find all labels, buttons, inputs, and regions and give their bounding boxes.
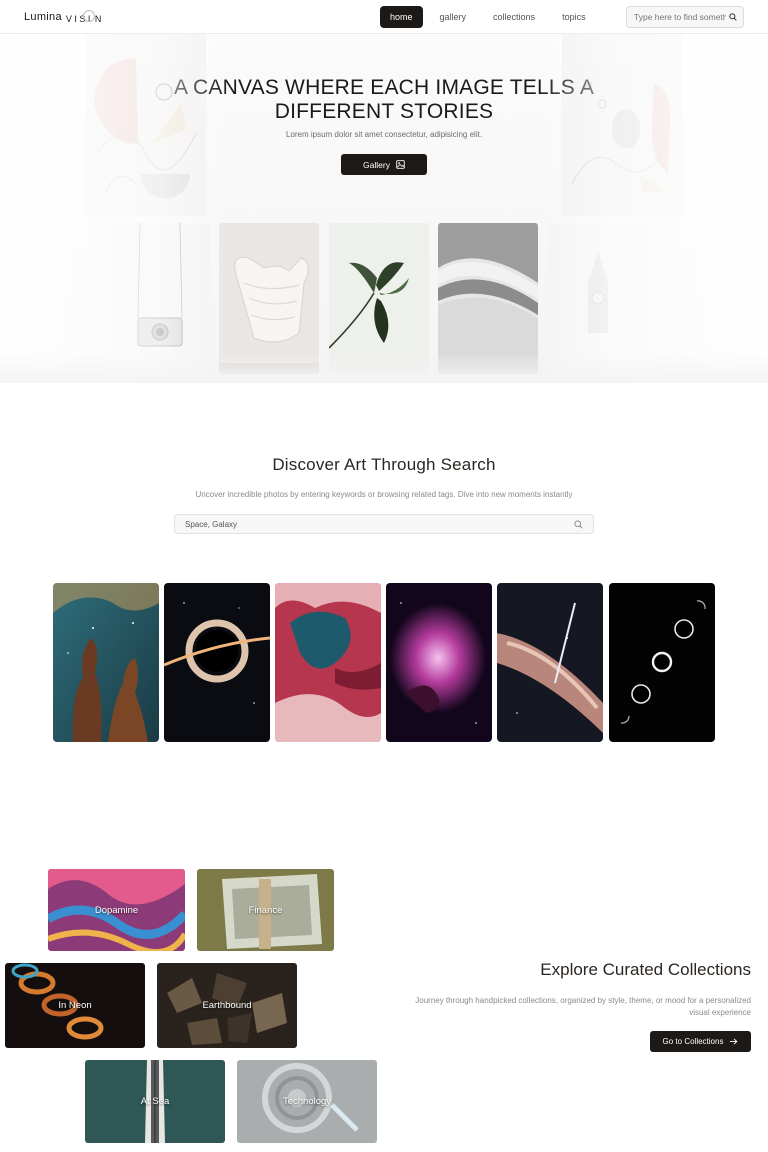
collections-title: Explore Curated Collections <box>540 960 751 979</box>
art-search-box <box>174 514 594 534</box>
collection-label-earthbound: Earthbound <box>202 1000 252 1011</box>
space-image-black-hole[interactable] <box>164 583 270 742</box>
nav-search-input[interactable] <box>634 12 726 22</box>
hero-image-architecture[interactable] <box>438 223 538 374</box>
space-image-galaxy-jet[interactable] <box>497 583 603 742</box>
nav-item-topics[interactable]: topics <box>552 6 596 28</box>
nav-menu: home gallery collections topics <box>380 6 603 28</box>
hero-image-clock-tower[interactable] <box>548 223 648 374</box>
top-navbar: Lumina VISI N home gallery collections to… <box>0 0 768 34</box>
arrow-right-icon <box>730 1038 738 1045</box>
hero-abstract-art-left <box>86 34 206 216</box>
hero-image-camera[interactable] <box>110 223 210 374</box>
go-to-collections-label: Go to Collections <box>662 1037 724 1046</box>
collection-card-in-neon[interactable]: In Neon <box>5 963 145 1048</box>
collection-card-earthbound[interactable]: Earthbound <box>157 963 297 1048</box>
logo-ring-icon <box>82 10 95 22</box>
logo-text-vision: VISI N <box>66 10 104 24</box>
space-image-eclipse-phases[interactable] <box>609 583 715 742</box>
art-search-input[interactable] <box>185 519 574 529</box>
brand-logo[interactable]: Lumina VISI N <box>24 10 104 24</box>
collection-card-technology[interactable]: Technology <box>237 1060 377 1143</box>
hero-image-plant[interactable] <box>329 223 429 374</box>
nav-search-box <box>626 6 744 28</box>
collection-card-finance[interactable]: Finance <box>197 869 334 951</box>
go-to-collections-button[interactable]: Go to Collections <box>650 1031 751 1052</box>
hero-title: A CANVAS WHERE EACH IMAGE TELLS A DIFFERE… <box>173 76 595 123</box>
collections-subtitle: Journey through handpicked collections, … <box>415 996 751 1017</box>
gallery-button-label: Gallery <box>363 159 390 170</box>
collection-label-in-neon: In Neon <box>58 1000 92 1011</box>
logo-text-lumina: Lumina <box>24 11 62 23</box>
collection-card-at-sea[interactable]: At Sea <box>85 1060 225 1143</box>
gallery-button[interactable]: Gallery <box>341 154 427 175</box>
hero-abstract-art-right <box>562 34 682 216</box>
discover-title: Discover Art Through Search <box>272 455 496 474</box>
collection-label-technology: Technology <box>282 1096 332 1107</box>
collection-label-finance: Finance <box>248 904 283 916</box>
page: Lumina VISI N home gallery collections to… <box>0 0 768 1152</box>
nav-item-collections[interactable]: collections <box>483 6 545 28</box>
collection-label-at-sea: At Sea <box>140 1096 170 1107</box>
image-icon <box>396 160 405 169</box>
nav-item-home[interactable]: home <box>380 6 423 28</box>
collection-card-dopamine[interactable]: Dopamine <box>48 869 185 951</box>
search-icon[interactable] <box>574 519 583 529</box>
hero-image-sweater[interactable] <box>219 223 319 374</box>
nav-item-gallery[interactable]: gallery <box>430 6 477 28</box>
discover-subtitle: Uncover incredible photos by entering ke… <box>195 490 573 499</box>
space-image-red-nebula[interactable] <box>275 583 381 742</box>
hero-section: A CANVAS WHERE EACH IMAGE TELLS A DIFFERE… <box>0 34 768 383</box>
hero-fade-bottom <box>0 353 768 383</box>
hero-subtitle: Lorem ipsum dolor sit amet consectetur, … <box>285 130 483 139</box>
space-image-pillars[interactable] <box>53 583 159 742</box>
search-icon[interactable] <box>729 12 737 22</box>
space-image-purple-nebula[interactable] <box>386 583 492 742</box>
collection-label-dopamine: Dopamine <box>94 904 139 916</box>
